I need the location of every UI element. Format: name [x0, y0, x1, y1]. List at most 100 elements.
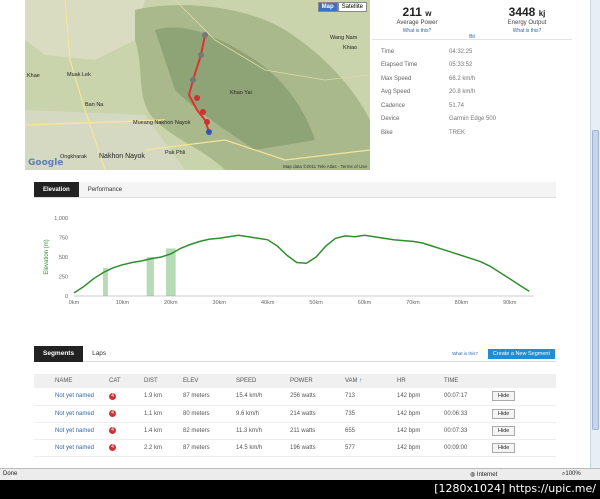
segment-highlight — [146, 257, 154, 296]
page-content: Map Satellite Wang Nam Khiao Khae Muak L… — [0, 0, 590, 468]
info-value: 04:32:25 — [449, 48, 473, 55]
segment-name-link[interactable]: Not yet named — [55, 393, 94, 399]
map-attribution[interactable]: Map data ©2011 Tele Atlas · Terms of Use — [283, 164, 367, 169]
google-logo: Google — [28, 158, 64, 168]
tab-performance[interactable]: Performance — [79, 182, 131, 197]
segment-name-link[interactable]: Not yet named — [55, 411, 94, 417]
segment-vam: 713 — [345, 388, 397, 406]
energy-whatis-link[interactable]: What is this? — [482, 28, 572, 34]
x-tick-label: 70km — [406, 300, 420, 306]
segment-hr: 142 bpm — [397, 388, 444, 406]
tab-laps[interactable]: Laps — [83, 346, 115, 362]
segment-name-link[interactable]: Not yet named — [55, 445, 94, 451]
power-whatis-link[interactable]: What is this? — [372, 28, 462, 34]
info-key: Cadence — [381, 102, 406, 109]
segment-hr: 142 bpm — [397, 439, 444, 457]
column-header[interactable]: SPEED — [236, 374, 290, 388]
hide-button[interactable]: Hide — [492, 408, 516, 419]
map-label: Muak Lek — [67, 72, 91, 78]
map-tab-satellite[interactable]: Satellite — [337, 2, 367, 12]
info-value: TREK — [449, 129, 466, 136]
watermark: [1280x1024] https://upic.me/ — [434, 482, 596, 495]
segment-name-link[interactable]: Not yet named — [55, 428, 94, 434]
segment-dist: 1.4 km — [144, 422, 183, 440]
route-map[interactable]: Map Satellite Wang Nam Khiao Khae Muak L… — [25, 0, 370, 170]
category-icon: 4 — [109, 444, 116, 451]
segment-cat-cell: 4 — [109, 405, 144, 423]
segment-speed: 9.6 km/h — [236, 405, 290, 423]
segment-elev: 87 meters — [183, 439, 236, 457]
segment-vam: 735 — [345, 405, 397, 423]
info-value: 20.8 km/h — [449, 89, 476, 96]
map-label: Wang Nam — [330, 35, 358, 41]
info-row: Time 04:32:25 — [372, 45, 572, 59]
x-tick-label: 10km — [116, 300, 130, 306]
map-terrain — [25, 0, 370, 170]
column-header[interactable]: DIST — [144, 374, 183, 388]
info-row: Device Garmin Edge 500 — [372, 113, 572, 127]
column-header[interactable]: ELEV — [183, 374, 236, 388]
column-header[interactable]: CAT — [109, 374, 144, 388]
tab-elevation[interactable]: Elevation — [34, 182, 79, 197]
segment-elev: 87 meters — [183, 388, 236, 406]
x-tick-label: 50km — [309, 300, 323, 306]
elevation-line — [73, 234, 530, 294]
table-row: Not yet named 4 1.9 km 87 meters 15.4 km… — [34, 388, 556, 406]
info-row: Max Speed 66.2 km/h — [372, 72, 572, 86]
hide-button[interactable]: Hide — [492, 442, 516, 453]
hide-button[interactable]: Hide — [492, 425, 516, 436]
power-value: 211 w — [372, 5, 462, 19]
segment-power: 196 watts — [290, 439, 345, 457]
y-tick-label: 500 — [59, 255, 68, 261]
info-key: Max Speed — [381, 75, 412, 82]
info-key: Bike — [381, 129, 393, 136]
category-icon: 4 — [109, 410, 116, 417]
scrollbar-thumb[interactable] — [592, 130, 599, 430]
browser-window: Map Satellite Wang Nam Khiao Khae Muak L… — [0, 0, 600, 480]
elevation-panel: Elevation Performance 1,000 750 500 250 0 0km… — [34, 182, 556, 322]
elevation-chart-svg: 1,000 750 500 250 00km 10km 20km 30km 40km 50km 60… — [44, 216, 534, 306]
table-row: Not yet named 4 1.4 km 82 meters 11.3 km… — [34, 422, 556, 440]
info-row: Elapsed Time 05:33:52 — [372, 59, 572, 73]
tab-segments[interactable]: Segments — [34, 345, 84, 362]
column-header[interactable]: POWER — [290, 374, 345, 388]
power-summary: 211 w Average Power What is this? — [372, 5, 462, 39]
map-label: Khiao — [343, 45, 358, 51]
segment-time: 00:09:00 — [444, 439, 492, 457]
vertical-scrollbar[interactable] — [590, 0, 600, 468]
segment-name-cell: Not yet named — [34, 405, 109, 423]
zoom-control[interactable]: ⌕100% — [562, 471, 581, 478]
create-segment-button[interactable]: Create a New Segment — [487, 348, 555, 359]
segment-action-cell: Hide — [492, 422, 556, 440]
energy-unit: kj — [538, 9, 546, 18]
segment-dist: 1.1 km — [144, 405, 183, 423]
segment-elev: 80 meters — [183, 405, 236, 423]
info-value: Garmin Edge 500 — [449, 116, 497, 123]
segment-power: 256 watts — [290, 388, 345, 406]
x-tick-label: 30km — [213, 300, 227, 306]
map-label: Khae — [27, 73, 40, 79]
segment-action-cell: Hide — [492, 439, 556, 457]
y-tick-label: 1,000 — [54, 216, 68, 222]
hide-button[interactable]: Hide — [492, 391, 516, 402]
table-row: Not yet named 4 2.2 km 87 meters 14.5 km… — [34, 439, 556, 457]
energy-label: Energy Output — [507, 20, 547, 26]
zone-label: Internet — [476, 472, 498, 478]
map-tab-map[interactable]: Map — [317, 2, 338, 12]
map-label: Nakhon Nayok — [99, 153, 145, 160]
bit-link[interactable]: Bit — [462, 34, 482, 40]
sort-arrow-icon: ↑ — [359, 378, 363, 384]
zoom-level: 100% — [565, 471, 581, 477]
column-header[interactable]: HR — [397, 374, 444, 388]
energy-value: 3448 kj — [482, 5, 572, 19]
column-header[interactable]: NAME — [34, 374, 109, 388]
category-icon: 4 — [109, 427, 116, 434]
column-header-vam[interactable]: VAM ↑ — [345, 374, 397, 388]
x-tick-label: 40km — [261, 300, 275, 306]
segments-tabs: Segments Laps — [34, 345, 115, 362]
segment-name-cell: Not yet named — [34, 422, 109, 440]
internet-zone: ◍ Internet — [470, 471, 497, 478]
column-header[interactable]: TIME — [444, 374, 492, 388]
segment-power: 214 watts — [290, 405, 345, 423]
segments-whatis-link[interactable]: What is this? — [452, 351, 478, 356]
